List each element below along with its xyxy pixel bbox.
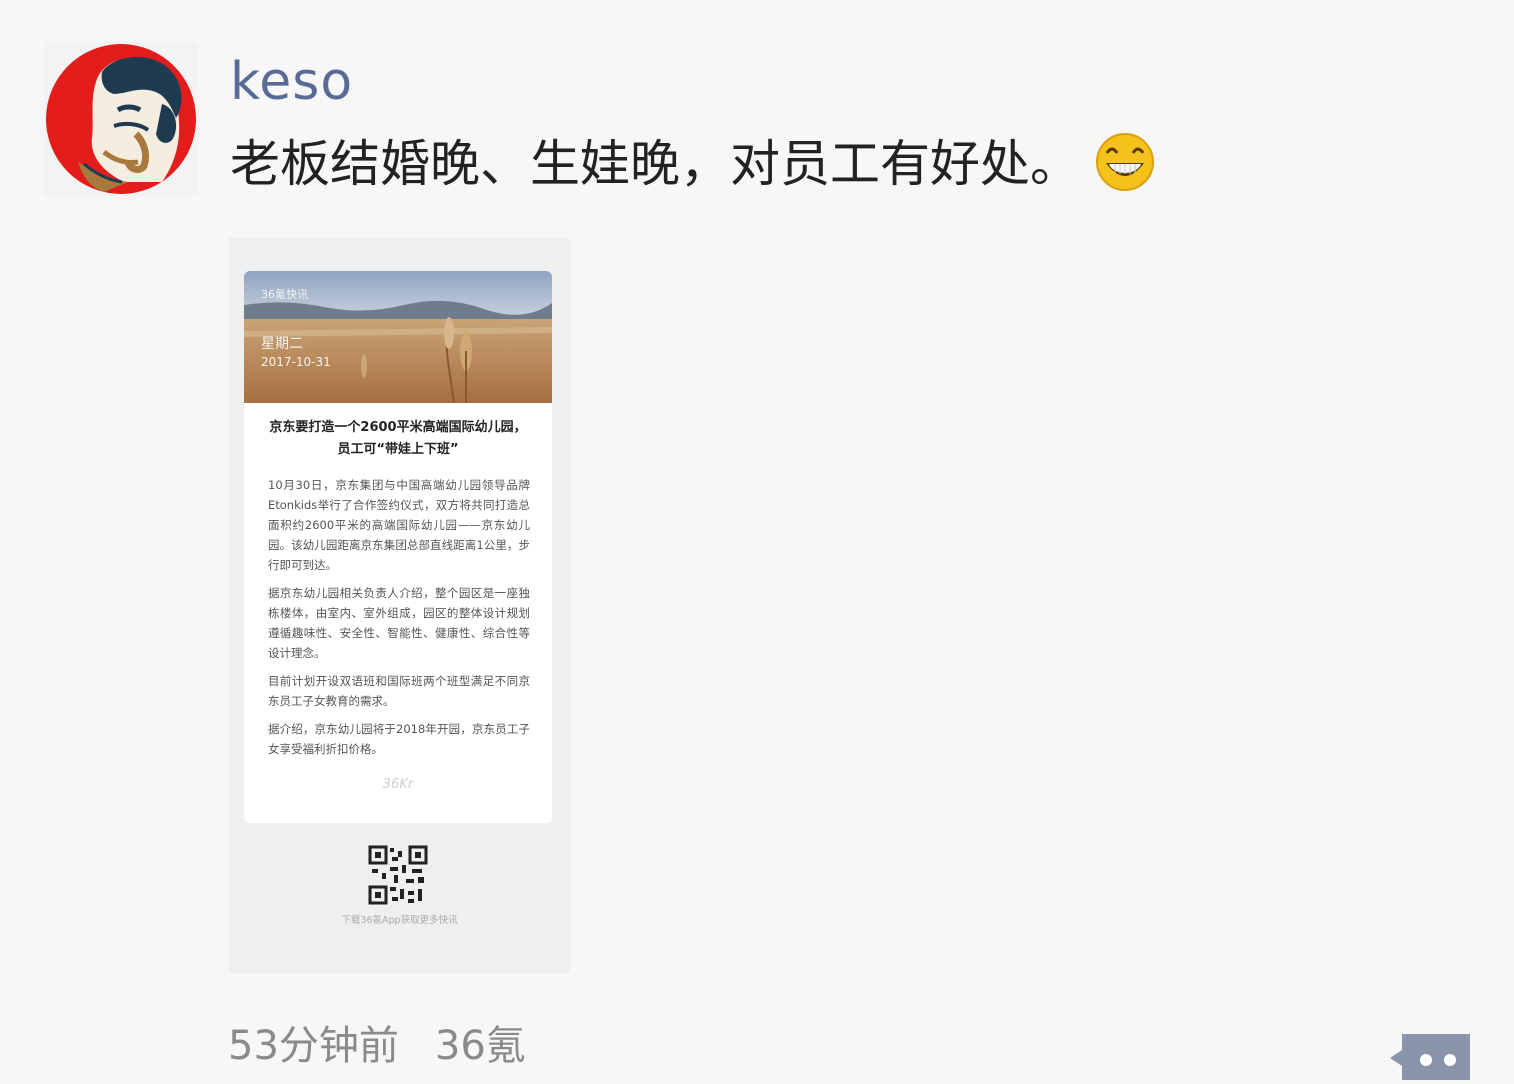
banner-date: 2017-10-31 bbox=[261, 355, 331, 369]
avatar-image bbox=[46, 44, 196, 194]
avatar[interactable] bbox=[44, 42, 198, 196]
article-body: 10月30日，京东集团与中国高端幼儿园领导品牌Etonkids举行了合作签约仪式… bbox=[268, 475, 530, 767]
qr-code-icon bbox=[368, 845, 428, 905]
news-card: 36氪快讯 星期二 2017-10-31 京东要打造一个2600平米高端国际幼儿… bbox=[244, 271, 552, 823]
brand-logo: 36Kr bbox=[382, 777, 414, 792]
article-headline: 京东要打造一个2600平米高端国际幼儿园，员工可“带娃上下班” bbox=[269, 420, 527, 457]
article-paragraph: 目前计划开设双语班和国际班两个班型满足不同京东员工子女教育的需求。 bbox=[268, 674, 530, 708]
post-meta: 53分钟前 36氪 bbox=[228, 1018, 562, 1074]
banner-image: 36氪快讯 星期二 2017-10-31 bbox=[244, 271, 552, 404]
banner-weekday: 星期二 bbox=[261, 336, 303, 352]
author-name[interactable]: keso bbox=[230, 50, 353, 114]
comment-button[interactable] bbox=[1388, 1032, 1470, 1080]
post-text: 老板结婚晚、生娃晚，对员工有好处。 bbox=[230, 128, 1156, 210]
post-source[interactable]: 36氪 bbox=[435, 1023, 526, 1069]
banner-brand: 36氪快讯 bbox=[261, 288, 308, 301]
article-paragraph: 据介绍，京东幼儿园将于2018年开园，京东员工子女享受福利折扣价格。 bbox=[268, 722, 530, 756]
article-paragraph: 10月30日，京东集团与中国高端幼儿园领导品牌Etonkids举行了合作签约仪式… bbox=[268, 478, 530, 572]
comment-dots-icon bbox=[1390, 1034, 1470, 1080]
qr-caption: 下载36氪App获取更多快讯 bbox=[341, 915, 458, 926]
shared-image[interactable]: 36氪快讯 星期二 2017-10-31 京东要打造一个2600平米高端国际幼儿… bbox=[229, 238, 570, 973]
post-text-content: 老板结婚晚、生娃晚，对员工有好处。 bbox=[230, 135, 1080, 193]
post-time: 53分钟前 bbox=[228, 1023, 399, 1069]
article-paragraph: 据京东幼儿园相关负责人介绍，整个园区是一座独栋楼体，由室内、室外组成，园区的整体… bbox=[268, 586, 530, 660]
grinning-face-emoji-icon bbox=[1094, 129, 1156, 210]
